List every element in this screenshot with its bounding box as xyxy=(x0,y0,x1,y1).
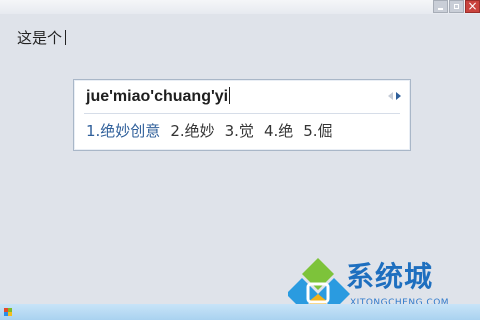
prev-page-icon[interactable] xyxy=(388,92,393,100)
ime-candidate-5[interactable]: 5.倔 xyxy=(303,121,332,141)
taskbar xyxy=(0,304,480,320)
text-editor[interactable]: 这是个 jue'miao'chuang'yi 1.绝妙创意 2.绝妙 3.觉 4… xyxy=(0,14,480,310)
ime-pager xyxy=(388,92,401,100)
windows-start-icon[interactable] xyxy=(4,308,12,316)
ime-candidate-3[interactable]: 3.觉 xyxy=(225,121,254,141)
ime-candidate-window: jue'miao'chuang'yi 1.绝妙创意 2.绝妙 3.觉 4.绝 5… xyxy=(73,79,411,151)
ime-composition-text: jue'miao'chuang'yi xyxy=(86,88,229,105)
ime-candidate-2[interactable]: 2.绝妙 xyxy=(170,121,214,141)
ime-composition: jue'miao'chuang'yi xyxy=(86,86,231,108)
typed-text-content: 这是个 xyxy=(17,29,63,47)
text-caret xyxy=(65,30,67,45)
ime-separator xyxy=(84,113,400,114)
window-titlebar xyxy=(0,0,480,14)
ime-candidate-4[interactable]: 4.绝 xyxy=(264,121,293,141)
ime-candidate-list: 1.绝妙创意 2.绝妙 3.觉 4.绝 5.倔 xyxy=(86,121,333,141)
ime-caret xyxy=(229,87,231,104)
maximize-button[interactable] xyxy=(449,0,464,13)
watermark-title: 系统城 xyxy=(346,260,434,293)
ime-candidate-1[interactable]: 1.绝妙创意 xyxy=(86,121,160,141)
typed-text: 这是个 xyxy=(17,28,67,48)
close-button[interactable] xyxy=(465,0,480,14)
minimize-button[interactable] xyxy=(433,0,448,13)
next-page-icon[interactable] xyxy=(396,92,401,100)
window-controls xyxy=(432,0,480,14)
